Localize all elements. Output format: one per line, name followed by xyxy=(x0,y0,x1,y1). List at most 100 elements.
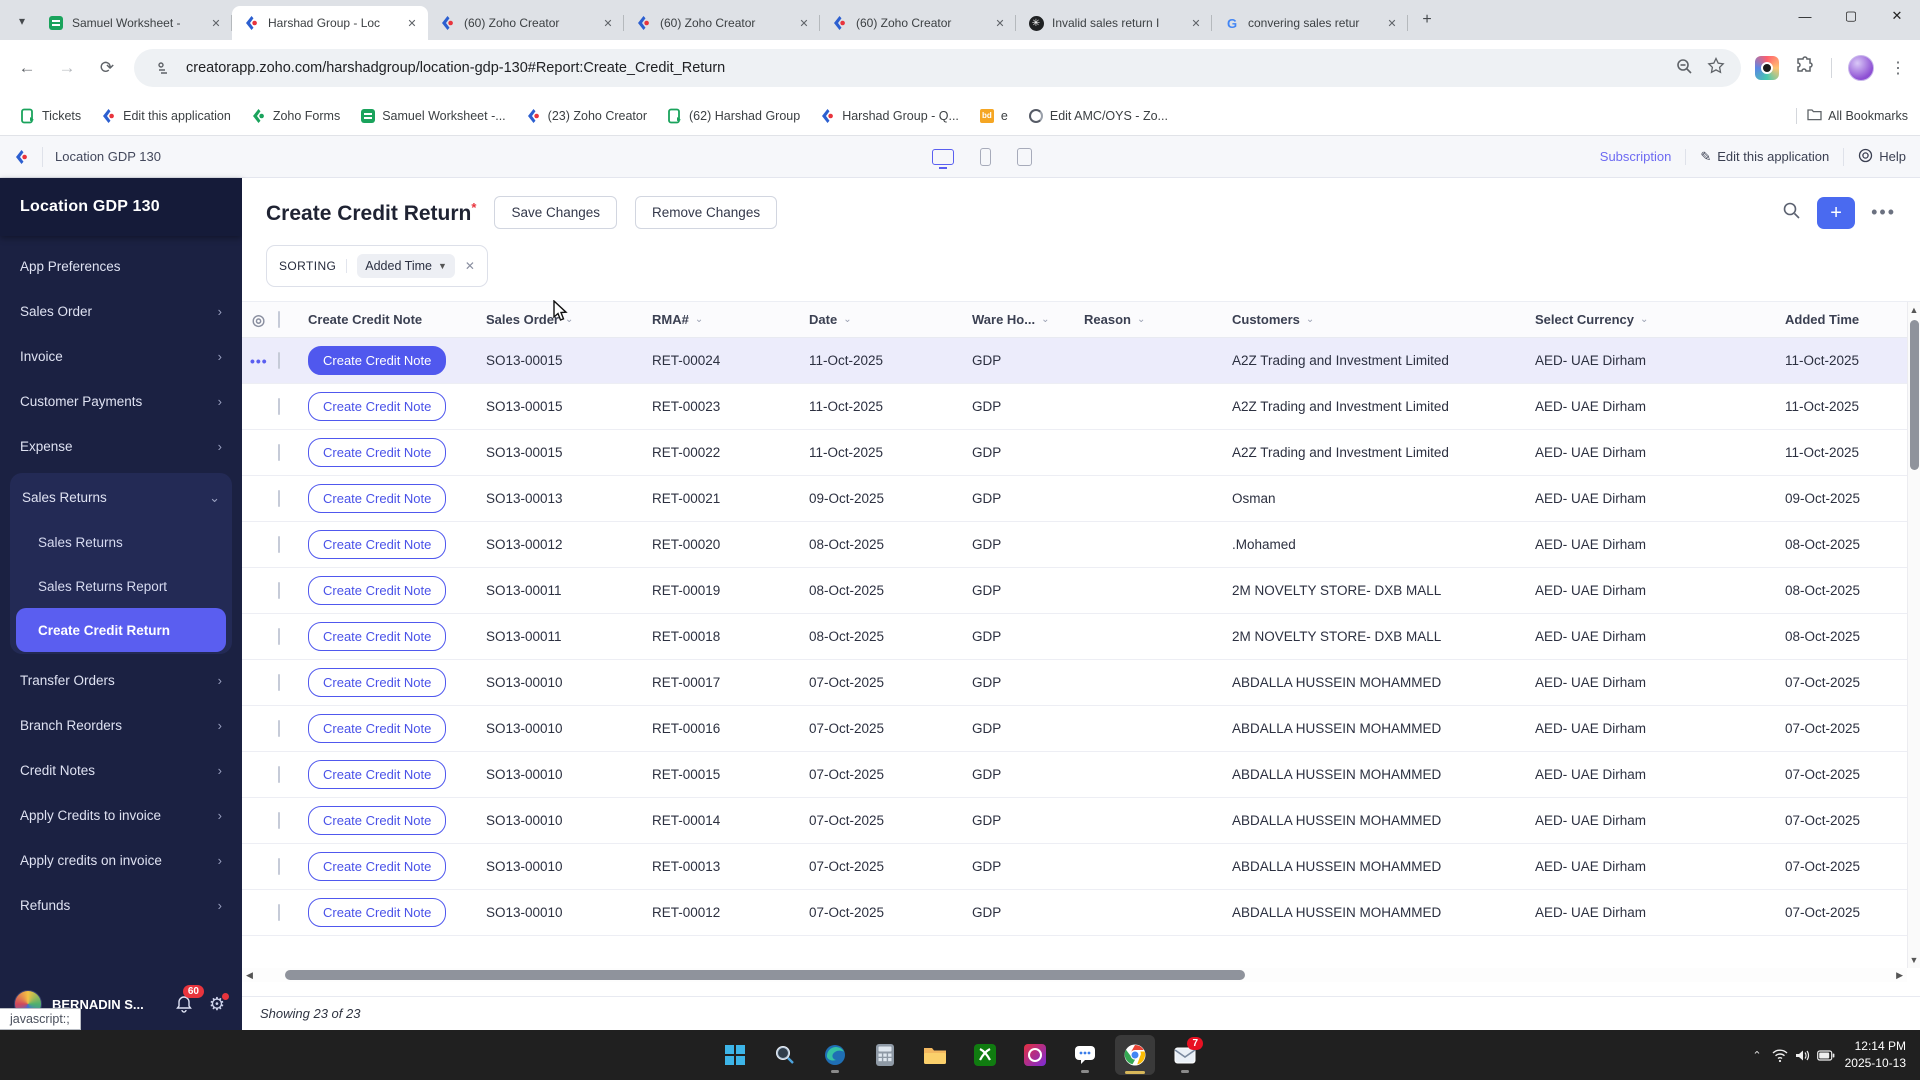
record-locator-icon[interactable]: ◎ xyxy=(252,311,278,329)
tab-close-icon[interactable]: ✕ xyxy=(1188,15,1204,31)
taskbar-icon-search[interactable] xyxy=(765,1035,805,1075)
column-header-select-currency[interactable]: Select Currency ⌄ xyxy=(1535,312,1785,327)
sort-chevron-icon[interactable]: ⌄ xyxy=(1041,314,1049,325)
column-header-date[interactable]: Date ⌄ xyxy=(809,312,972,327)
row-checkbox[interactable] xyxy=(278,352,308,369)
save-changes-button[interactable]: Save Changes xyxy=(494,196,618,229)
sidebar-item-sales-returns-report[interactable]: Sales Returns Report xyxy=(16,564,226,608)
row-checkbox[interactable] xyxy=(278,812,308,829)
zoho-creator-logo-icon[interactable] xyxy=(14,149,30,165)
url-bar[interactable]: creatorapp.zoho.com/harshadgroup/locatio… xyxy=(134,49,1741,87)
taskbar-icon-edge[interactable] xyxy=(815,1035,855,1075)
tab-close-icon[interactable]: ✕ xyxy=(1384,15,1400,31)
row-checkbox[interactable] xyxy=(278,904,308,921)
scroll-left-icon[interactable]: ◀ xyxy=(242,970,257,981)
row-checkbox[interactable] xyxy=(278,766,308,783)
bookmark-item[interactable]: Tickets xyxy=(12,104,89,128)
system-tray[interactable] xyxy=(1772,1048,1835,1062)
browser-tab[interactable]: Harshad Group - Loc ✕ xyxy=(232,6,428,40)
tray-chevron-icon[interactable]: ⌃ xyxy=(1752,1049,1761,1062)
notifications-bell-icon[interactable]: 60 xyxy=(172,985,204,1016)
extensions-puzzle-icon[interactable] xyxy=(1795,55,1815,81)
sidebar-item-customer-payments[interactable]: Customer Payments › xyxy=(0,379,242,424)
vertical-scroll-thumb[interactable] xyxy=(1909,320,1919,470)
bookmark-item[interactable]: (23) Zoho Creator xyxy=(518,104,655,128)
create-credit-note-button[interactable]: Create Credit Note xyxy=(308,438,447,467)
sorting-value[interactable]: Added Time ▼ xyxy=(357,254,455,278)
table-row[interactable]: Create Credit Note SO13-00013 RET-00021 09-… xyxy=(242,476,1920,522)
taskbar-icon-xbox[interactable] xyxy=(965,1035,1005,1075)
browser-tab[interactable]: Gconvering sales retur ✕ xyxy=(1212,6,1408,40)
table-row[interactable]: Create Credit Note SO13-00010 RET-00015 07-… xyxy=(242,752,1920,798)
create-credit-note-button[interactable]: Create Credit Note xyxy=(308,346,447,375)
column-header-create-credit-note[interactable]: Create Credit Note xyxy=(308,312,486,327)
taskbar-icon-calculator[interactable] xyxy=(865,1035,905,1075)
table-row[interactable]: ••• Create Credit Note SO13-00015 RET-00024… xyxy=(242,338,1920,384)
help-button[interactable]: Help xyxy=(1843,147,1906,166)
row-checkbox[interactable] xyxy=(278,628,308,645)
row-checkbox[interactable] xyxy=(278,536,308,553)
create-credit-note-button[interactable]: Create Credit Note xyxy=(308,668,447,697)
create-credit-note-button[interactable]: Create Credit Note xyxy=(308,392,447,421)
tab-close-icon[interactable]: ✕ xyxy=(796,15,812,31)
all-bookmarks[interactable]: All Bookmarks xyxy=(1796,107,1908,124)
browser-menu-icon[interactable]: ⋮ xyxy=(1890,58,1906,78)
sidebar-item-branch-reorders[interactable]: Branch Reorders › xyxy=(0,703,242,748)
table-row[interactable]: Create Credit Note SO13-00010 RET-00016 07-… xyxy=(242,706,1920,752)
maximize-button[interactable]: ▢ xyxy=(1828,0,1874,32)
new-tab-button[interactable]: + xyxy=(1414,7,1440,33)
phone-preview-icon[interactable] xyxy=(980,147,991,166)
close-button[interactable]: ✕ xyxy=(1874,0,1920,32)
desktop-preview-icon[interactable] xyxy=(932,148,954,169)
reload-icon[interactable]: ⟳ xyxy=(94,55,120,81)
remove-changes-button[interactable]: Remove Changes xyxy=(635,196,778,229)
horizontal-scrollbar[interactable]: ◀ ▶ xyxy=(242,968,1907,982)
browser-tab[interactable]: (60) Zoho Creator ✕ xyxy=(624,6,820,40)
back-icon[interactable]: ← xyxy=(14,55,40,81)
create-credit-note-button[interactable]: Create Credit Note xyxy=(308,530,447,559)
sidebar-item-transfer-orders[interactable]: Transfer Orders › xyxy=(0,658,242,703)
create-credit-note-button[interactable]: Create Credit Note xyxy=(308,576,447,605)
column-header-reason[interactable]: Reason ⌄ xyxy=(1084,312,1232,327)
taskbar-icon-mail[interactable]: 7 xyxy=(1165,1035,1205,1075)
sidebar-item-app-preferences[interactable]: App Preferences xyxy=(0,244,242,289)
clock[interactable]: 12:14 PM 2025-10-13 xyxy=(1845,1038,1906,1072)
header-checkbox[interactable] xyxy=(278,311,308,328)
scroll-up-icon[interactable]: ▲ xyxy=(1910,302,1919,318)
bookmark-item[interactable]: (62) Harshad Group xyxy=(659,104,808,128)
browser-tab[interactable]: (60) Zoho Creator ✕ xyxy=(428,6,624,40)
tab-close-icon[interactable]: ✕ xyxy=(992,15,1008,31)
edit-application-button[interactable]: ✎ Edit this application xyxy=(1685,148,1829,165)
tab-close-icon[interactable]: ✕ xyxy=(600,15,616,31)
row-checkbox[interactable] xyxy=(278,444,308,461)
sidebar-item-apply-credits-on-invoice[interactable]: Apply credits on invoice › xyxy=(0,838,242,883)
horizontal-scroll-thumb[interactable] xyxy=(284,970,1245,980)
row-checkbox[interactable] xyxy=(278,858,308,875)
create-credit-note-button[interactable]: Create Credit Note xyxy=(308,760,447,789)
column-header-rma-[interactable]: RMA# ⌄ xyxy=(652,312,809,327)
scroll-right-icon[interactable]: ▶ xyxy=(1892,970,1907,981)
sidebar-item-sales-returns[interactable]: Sales Returns ⌄ xyxy=(10,475,232,520)
table-row[interactable]: Create Credit Note SO13-00011 RET-00019 08-… xyxy=(242,568,1920,614)
sort-chevron-icon[interactable]: ⌄ xyxy=(1137,314,1145,325)
sidebar-item-sales-returns[interactable]: Sales Returns xyxy=(16,520,226,564)
row-checkbox[interactable] xyxy=(278,398,308,415)
tab-search-icon[interactable]: ▾ xyxy=(8,7,36,35)
row-checkbox[interactable] xyxy=(278,720,308,737)
create-credit-note-button[interactable]: Create Credit Note xyxy=(308,806,447,835)
sort-chevron-icon[interactable]: ⌄ xyxy=(1306,314,1314,325)
breadcrumb[interactable]: Location GDP 130 xyxy=(42,146,161,167)
bookmark-item[interactable]: Edit AMC/OYS - Zo... xyxy=(1020,104,1176,128)
create-credit-note-button[interactable]: Create Credit Note xyxy=(308,622,447,651)
taskbar-icon-file-explorer[interactable] xyxy=(915,1035,955,1075)
browser-profile-avatar[interactable] xyxy=(1848,55,1874,81)
sidebar-item-sales-order[interactable]: Sales Order › xyxy=(0,289,242,334)
zoom-icon[interactable] xyxy=(1675,57,1693,79)
table-row[interactable]: Create Credit Note SO13-00010 RET-00013 07-… xyxy=(242,844,1920,890)
tab-close-icon[interactable]: ✕ xyxy=(404,15,420,31)
sidebar-item-invoice[interactable]: Invoice › xyxy=(0,334,242,379)
sort-chevron-icon[interactable]: ⌄ xyxy=(565,314,573,325)
table-row[interactable]: Create Credit Note SO13-00010 RET-00012 07-… xyxy=(242,890,1920,936)
column-header-sales-order[interactable]: Sales Order ⌄ xyxy=(486,312,652,327)
sidebar-item-expense[interactable]: Expense › xyxy=(0,424,242,469)
